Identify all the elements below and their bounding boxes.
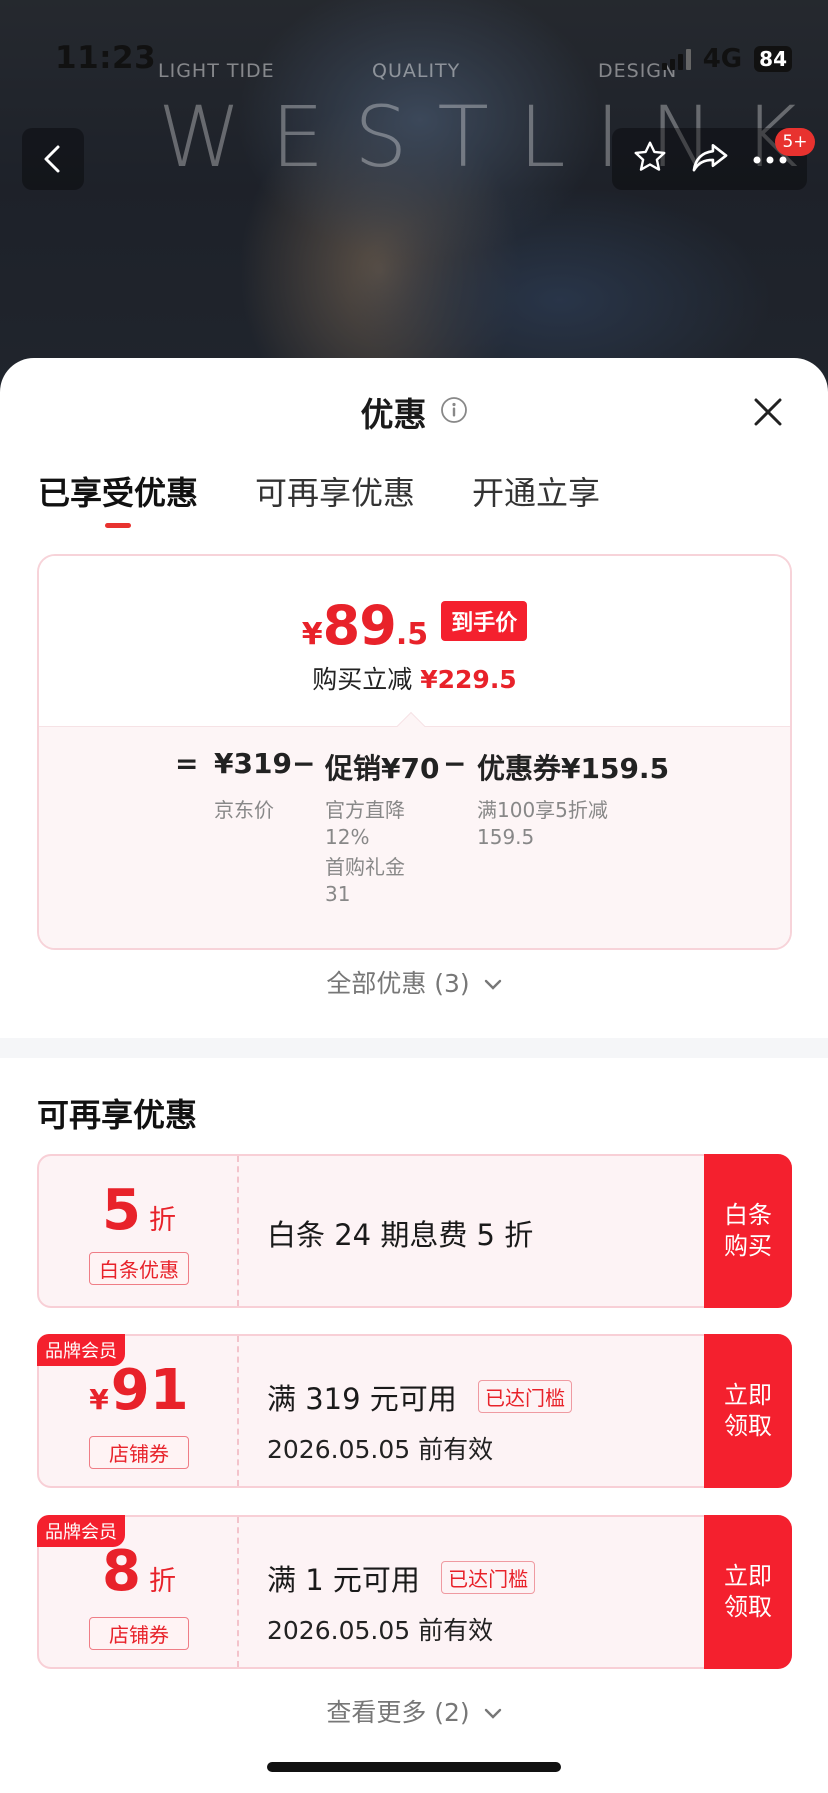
price-decimal: .5 — [395, 617, 429, 652]
signal-icon — [661, 48, 691, 70]
coupon-card: 5折 白条优惠 白条 24 期息费 5 折 白条 购买 — [37, 1154, 792, 1308]
all-discounts-label: 全部优惠 (3) — [326, 969, 470, 998]
coupon-card: 品牌会员 ¥91 店铺券 满 319 元可用 已达门槛 2026.05.05 前… — [37, 1334, 792, 1488]
section-title: 可再享优惠 — [37, 1096, 198, 1134]
base-price: ¥319 — [214, 747, 292, 780]
product-image: LIGHT TIDE QUALITY DESIGN WESTLINK 11:23… — [0, 0, 828, 420]
final-price-tag: 到手价 — [441, 601, 528, 641]
threshold-reached-badge: 已达门槛 — [441, 1561, 536, 1594]
coupon-amount: 优惠券¥159.5 — [477, 752, 670, 785]
more-icon — [753, 156, 786, 163]
watermark-text: LIGHT TIDE — [158, 60, 275, 82]
final-price: ¥89.5 到手价 — [39, 594, 790, 657]
discount-tabs: 已享受优惠 可再享优惠 开通立享 — [38, 468, 600, 528]
coupon-value-area: 8折 店铺券 — [39, 1517, 239, 1667]
threshold-reached-badge: 已达门槛 — [478, 1380, 573, 1413]
minus-sign: − — [443, 747, 467, 780]
back-icon — [44, 145, 60, 173]
minus-sign: − — [292, 747, 316, 780]
favorite-button[interactable] — [632, 139, 668, 179]
coupon-value-area: ¥91 店铺券 — [39, 1336, 239, 1486]
coupon-value-area: 5折 白条优惠 — [39, 1156, 239, 1306]
coupon-button-label: 白条 购买 — [724, 1201, 772, 1260]
coupon-title: 白条 24 期息费 5 折 — [267, 1218, 534, 1252]
network-type: 4G — [702, 44, 743, 74]
coupon-value-number: 5 — [102, 1178, 141, 1243]
message-badge: 5+ — [775, 128, 815, 156]
coupon-value: ¥91 — [39, 1358, 239, 1423]
coupon-type-label: 店铺券 — [89, 1436, 189, 1469]
sheet-header: 优惠 — [0, 388, 828, 438]
coupon-note: 满100享5折减 — [477, 798, 608, 822]
status-time: 11:23 — [55, 40, 157, 76]
coupon-note-value: 159.5 — [477, 825, 535, 849]
info-button[interactable] — [440, 396, 468, 428]
chevron-down-icon — [484, 1708, 501, 1719]
home-indicator — [267, 1762, 561, 1772]
coupon-type-label: 白条优惠 — [89, 1252, 189, 1285]
coupon-title-line: 满 319 元可用 已达门槛 — [267, 1376, 573, 1418]
tab-activate[interactable]: 开通立享 — [472, 468, 600, 528]
share-button[interactable] — [691, 140, 729, 178]
base-price-label: 京东价 — [214, 798, 274, 822]
promo-note-value: 31 — [325, 882, 351, 906]
coupon-value: 5折 — [39, 1178, 239, 1243]
coupon-value-unit: 折 — [148, 1566, 176, 1597]
tab-more-available[interactable]: 可再享优惠 — [255, 468, 415, 528]
claim-coupon-button[interactable]: 立即 领取 — [704, 1334, 792, 1488]
tab-enjoyed[interactable]: 已享受优惠 — [38, 468, 198, 528]
coupon-value-number: 8 — [102, 1539, 141, 1604]
coupon-title-line: 满 1 元可用 已达门槛 — [267, 1557, 536, 1599]
close-icon — [754, 398, 782, 426]
info-icon — [440, 397, 467, 423]
back-button[interactable] — [22, 128, 84, 190]
coupon-button-label: 立即 领取 — [724, 1562, 772, 1621]
battery-icon: 84 — [754, 46, 792, 72]
coupon-expiry: 2026.05.05 前有效 — [267, 1616, 494, 1645]
sheet-title: 优惠 — [360, 395, 427, 434]
equals-sign: = — [175, 747, 199, 780]
share-icon — [692, 143, 727, 172]
saving-label: 购买立减 — [312, 665, 413, 694]
discount-sheet: 优惠 已享受优惠 可再享优惠 开通立享 ¥89.5 到手价 购买立减 ¥229.… — [0, 358, 828, 1793]
close-button[interactable] — [748, 392, 788, 432]
promotion-amount: 促销¥70 — [325, 752, 440, 785]
saving-line: 购买立减 ¥229.5 — [39, 660, 790, 696]
price-breakdown: = ¥319 − 促销¥70 − 优惠券¥159.5 京东价 官方直降 12% … — [39, 726, 790, 948]
promo-note: 首购礼金 — [325, 855, 405, 879]
saving-value: ¥229.5 — [420, 665, 517, 694]
price-summary-card: ¥89.5 到手价 购买立减 ¥229.5 = ¥319 − 促销¥70 − 优… — [37, 554, 792, 950]
see-more-toggle[interactable]: 查看更多 (2) — [0, 1693, 828, 1729]
coupon-value: 8折 — [39, 1539, 239, 1604]
baitiao-buy-button[interactable]: 白条 购买 — [704, 1154, 792, 1308]
chevron-down-icon — [484, 979, 501, 990]
promo-note: 官方直降 — [325, 798, 405, 822]
section-divider — [0, 1038, 828, 1058]
price-currency: ¥ — [301, 617, 323, 652]
coupon-title: 满 1 元可用 — [267, 1563, 420, 1597]
coupon-card: 品牌会员 8折 店铺券 满 1 元可用 已达门槛 2026.05.05 前有效 … — [37, 1515, 792, 1669]
coupon-type-label: 店铺券 — [89, 1617, 189, 1650]
coupon-expiry: 2026.05.05 前有效 — [267, 1435, 494, 1464]
promo-note-value: 12% — [325, 825, 370, 849]
coupon-value-unit: 折 — [148, 1205, 176, 1236]
claim-coupon-button[interactable]: 立即 领取 — [704, 1515, 792, 1669]
see-more-label: 查看更多 (2) — [326, 1698, 470, 1727]
coupon-value-number: 91 — [110, 1358, 189, 1423]
all-discounts-toggle[interactable]: 全部优惠 (3) — [0, 964, 828, 1000]
final-price-area: ¥89.5 到手价 购买立减 ¥229.5 — [39, 556, 790, 726]
star-icon — [634, 141, 665, 171]
price-integer: 89 — [322, 594, 397, 657]
coupon-button-label: 立即 领取 — [724, 1381, 772, 1440]
watermark-text: QUALITY — [372, 60, 461, 82]
coupon-value-currency: ¥ — [89, 1383, 109, 1416]
status-indicators: 4G 84 — [661, 44, 792, 74]
coupon-title: 满 319 元可用 — [267, 1382, 457, 1416]
